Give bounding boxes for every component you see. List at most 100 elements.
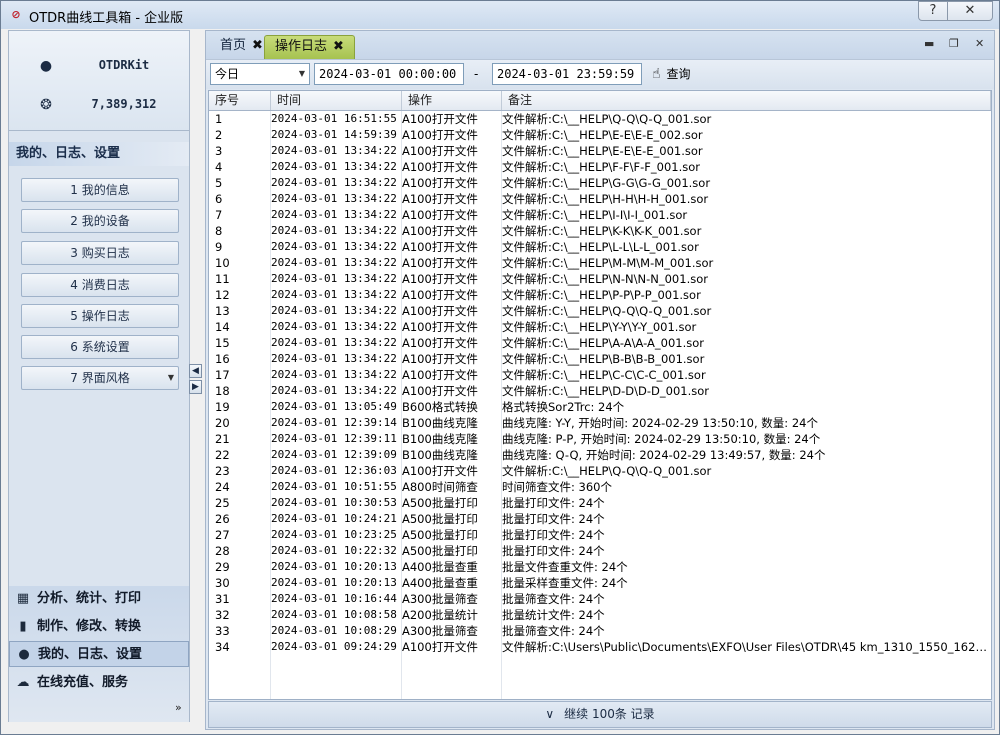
tab-operation-log[interactable]: 操作日志 ✖ (264, 35, 355, 59)
cell-index: 11 (215, 272, 230, 286)
cell-time: 2024-03-01 10:23:25 (271, 528, 397, 541)
table-row[interactable]: 22 2024-03-01 12:39:09 B100曲线克隆 曲线克隆: Q-Q, … (209, 447, 991, 463)
table-row[interactable]: 29 2024-03-01 10:20:13 A400批量查重 批量文件查重文件: 2… (209, 559, 991, 575)
table-row[interactable]: 17 2024-03-01 13:34:22 A100打开文件 文件解析:C:\__H… (209, 367, 991, 383)
expand-more-icon[interactable]: » (175, 701, 182, 714)
minimize-icon[interactable]: ▬ (924, 37, 934, 50)
table-row[interactable]: 12 2024-03-01 13:34:22 A100打开文件 文件解析:C:\__H… (209, 287, 991, 303)
menu-my-info-button[interactable]: 1 我的信息 (21, 178, 179, 202)
menu-purchase-log-button[interactable]: 3 购买日志 (21, 241, 179, 265)
table-row[interactable]: 14 2024-03-01 13:34:22 A100打开文件 文件解析:C:\__H… (209, 319, 991, 335)
cell-remark: 文件解析:C:\__HELP\E-E\E-E_002.sor (502, 128, 703, 142)
menu-ui-style-dropdown[interactable]: 7 界面风格 ▼ (21, 366, 179, 390)
start-date-input[interactable]: 2024-03-01 00:00:00 (314, 63, 464, 85)
cell-time: 2024-03-01 13:34:22 (271, 240, 397, 253)
nav-analysis-label: 分析、统计、打印 (37, 591, 142, 606)
table-row[interactable]: 15 2024-03-01 13:34:22 A100打开文件 文件解析:C:\__H… (209, 335, 991, 351)
col-header-remark[interactable]: 备注 (502, 91, 991, 110)
close-button[interactable]: ✕ (947, 1, 993, 21)
table-row[interactable]: 31 2024-03-01 10:16:44 A300批量筛查 批量筛查文件: 24个 (209, 591, 991, 607)
table-row[interactable]: 2 2024-03-01 14:59:39 A100打开文件 文件解析:C:\__HE… (209, 127, 991, 143)
expand-right-icon[interactable]: ▶ (189, 380, 202, 394)
cell-time: 2024-03-01 12:39:11 (271, 432, 397, 445)
cell-index: 33 (215, 624, 230, 638)
load-more-button[interactable]: ∨ 继续 100条 记录 (208, 701, 992, 728)
table-row[interactable]: 30 2024-03-01 10:20:13 A400批量查重 批量采样查重文件: 2… (209, 575, 991, 591)
table-row[interactable]: 4 2024-03-01 13:34:22 A100打开文件 文件解析:C:\__HE… (209, 159, 991, 175)
table-row[interactable]: 23 2024-03-01 12:36:03 A100打开文件 文件解析:C:\__H… (209, 463, 991, 479)
close-icon[interactable]: ✖ (252, 38, 263, 53)
table-row[interactable]: 34 2024-03-01 09:24:29 A100打开文件 文件解析:C:\Use… (209, 639, 991, 655)
table-row[interactable]: 20 2024-03-01 12:39:14 B100曲线克隆 曲线克隆: Y-Y, … (209, 415, 991, 431)
table-row[interactable]: 33 2024-03-01 10:08:29 A300批量筛查 批量筛查文件: 24个 (209, 623, 991, 639)
table-row[interactable]: 24 2024-03-01 10:51:55 A800时间筛查 时间筛查文件: 360… (209, 479, 991, 495)
cell-time: 2024-03-01 12:36:03 (271, 464, 397, 477)
menu-consume-log-button[interactable]: 4 消费日志 (21, 273, 179, 297)
table-row[interactable]: 19 2024-03-01 13:05:49 B600格式转换 格式转换Sor2Trc… (209, 399, 991, 415)
cell-time: 2024-03-01 13:34:22 (271, 304, 397, 317)
window-title: OTDR曲线工具箱 - 企业版 (29, 11, 184, 26)
sidebar: ● OTDRKit ❂ 7,389,312 我的、日志、设置 1 我的信息 2 … (8, 30, 190, 722)
cloud-icon: ☁ (16, 675, 30, 690)
table-row[interactable]: 10 2024-03-01 13:34:22 A100打开文件 文件解析:C:\__H… (209, 255, 991, 271)
cell-remark: 文件解析:C:\__HELP\G-G\G-G_001.sor (502, 176, 711, 190)
cell-remark: 批量文件查重文件: 24个 (502, 560, 628, 574)
table-row[interactable]: 28 2024-03-01 10:22:32 A500批量打印 批量打印文件: 24个 (209, 543, 991, 559)
close-icon[interactable]: ✖ (333, 39, 344, 54)
cell-operation: A100打开文件 (402, 144, 478, 158)
table-row[interactable]: 26 2024-03-01 10:24:21 A500批量打印 批量打印文件: 24个 (209, 511, 991, 527)
cell-time: 2024-03-01 10:51:55 (271, 480, 397, 493)
nav-recharge[interactable]: ☁ 在线充值、服务 (9, 670, 189, 696)
cell-remark: 曲线克隆: Q-Q, 开始时间: 2024-02-29 13:49:57, 数量… (502, 448, 826, 462)
cell-time: 2024-03-01 09:24:29 (271, 640, 397, 653)
cell-index: 28 (215, 544, 230, 558)
restore-icon[interactable]: ❐ (949, 37, 959, 50)
cell-index: 32 (215, 608, 230, 622)
close-icon[interactable]: ✕ (975, 37, 984, 50)
cell-operation: A100打开文件 (402, 464, 478, 478)
nav-make[interactable]: ▮ 制作、修改、转换 (9, 614, 189, 640)
app-logo-icon: ⊘ (11, 8, 21, 21)
cell-operation: A100打开文件 (402, 384, 478, 398)
cell-index: 14 (215, 320, 230, 334)
table-row[interactable]: 13 2024-03-01 13:34:22 A100打开文件 文件解析:C:\__H… (209, 303, 991, 319)
menu-my-devices-button[interactable]: 2 我的设备 (21, 209, 179, 233)
cell-operation: A100打开文件 (402, 288, 478, 302)
table-row[interactable]: 8 2024-03-01 13:34:22 A100打开文件 文件解析:C:\__HE… (209, 223, 991, 239)
cell-remark: 文件解析:C:\__HELP\N-N\N-N_001.sor (502, 272, 708, 286)
cell-time: 2024-03-01 16:51:55 (271, 112, 397, 125)
collapse-left-icon[interactable]: ◀ (189, 364, 202, 378)
table-row[interactable]: 3 2024-03-01 13:34:22 A100打开文件 文件解析:C:\__HE… (209, 143, 991, 159)
table-row[interactable]: 6 2024-03-01 13:34:22 A100打开文件 文件解析:C:\__HE… (209, 191, 991, 207)
table-row[interactable]: 5 2024-03-01 13:34:22 A100打开文件 文件解析:C:\__HE… (209, 175, 991, 191)
table-row[interactable]: 18 2024-03-01 13:34:22 A100打开文件 文件解析:C:\__H… (209, 383, 991, 399)
col-header-operation[interactable]: 操作 (402, 91, 502, 110)
cell-remark: 文件解析:C:\__HELP\A-A\A-A_001.sor (502, 336, 705, 350)
table-row[interactable]: 1 2024-03-01 16:51:55 A100打开文件 文件解析:C:\__HE… (209, 111, 991, 127)
nav-my[interactable]: ● 我的、日志、设置 (9, 641, 189, 667)
cell-index: 21 (215, 432, 230, 446)
menu-system-settings-button[interactable]: 6 系统设置 (21, 335, 179, 359)
table-row[interactable]: 9 2024-03-01 13:34:22 A100打开文件 文件解析:C:\__HE… (209, 239, 991, 255)
query-label: 查询 (666, 67, 691, 81)
cell-remark: 文件解析:C:\__HELP\P-P\P-P_001.sor (502, 288, 701, 302)
nav-analysis[interactable]: ▦ 分析、统计、打印 (9, 586, 189, 612)
cell-remark: 文件解析:C:\__HELP\Q-Q\Q-Q_001.sor (502, 304, 712, 318)
query-button[interactable]: ☝ 查询 (652, 63, 712, 85)
table-row[interactable]: 32 2024-03-01 10:08:58 A200批量统计 批量统计文件: 24个 (209, 607, 991, 623)
range-select[interactable]: 今日 ▼ (210, 63, 310, 85)
table-row[interactable]: 25 2024-03-01 10:30:53 A500批量打印 批量打印文件: 24个 (209, 495, 991, 511)
cell-index: 17 (215, 368, 230, 382)
table-row[interactable]: 21 2024-03-01 12:39:11 B100曲线克隆 曲线克隆: P-P, … (209, 431, 991, 447)
table-row[interactable]: 27 2024-03-01 10:23:25 A500批量打印 批量打印文件: 24个 (209, 527, 991, 543)
col-header-time[interactable]: 时间 (271, 91, 402, 110)
table-row[interactable]: 16 2024-03-01 13:34:22 A100打开文件 文件解析:C:\__H… (209, 351, 991, 367)
help-button[interactable]: ? (918, 1, 948, 21)
app-window: ⊘ OTDR曲线工具箱 - 企业版 ? ✕ ● OTDRKit ❂ 7,389,… (0, 0, 1000, 735)
table-row[interactable]: 7 2024-03-01 13:34:22 A100打开文件 文件解析:C:\__HE… (209, 207, 991, 223)
table-row[interactable]: 11 2024-03-01 13:34:22 A100打开文件 文件解析:C:\__H… (209, 271, 991, 287)
menu-operation-log-button[interactable]: 5 操作日志 (21, 304, 179, 328)
end-date-input[interactable]: 2024-03-01 23:59:59 (492, 63, 642, 85)
section-title: 我的、日志、设置 (9, 142, 189, 166)
col-header-index[interactable]: 序号 (209, 91, 271, 110)
